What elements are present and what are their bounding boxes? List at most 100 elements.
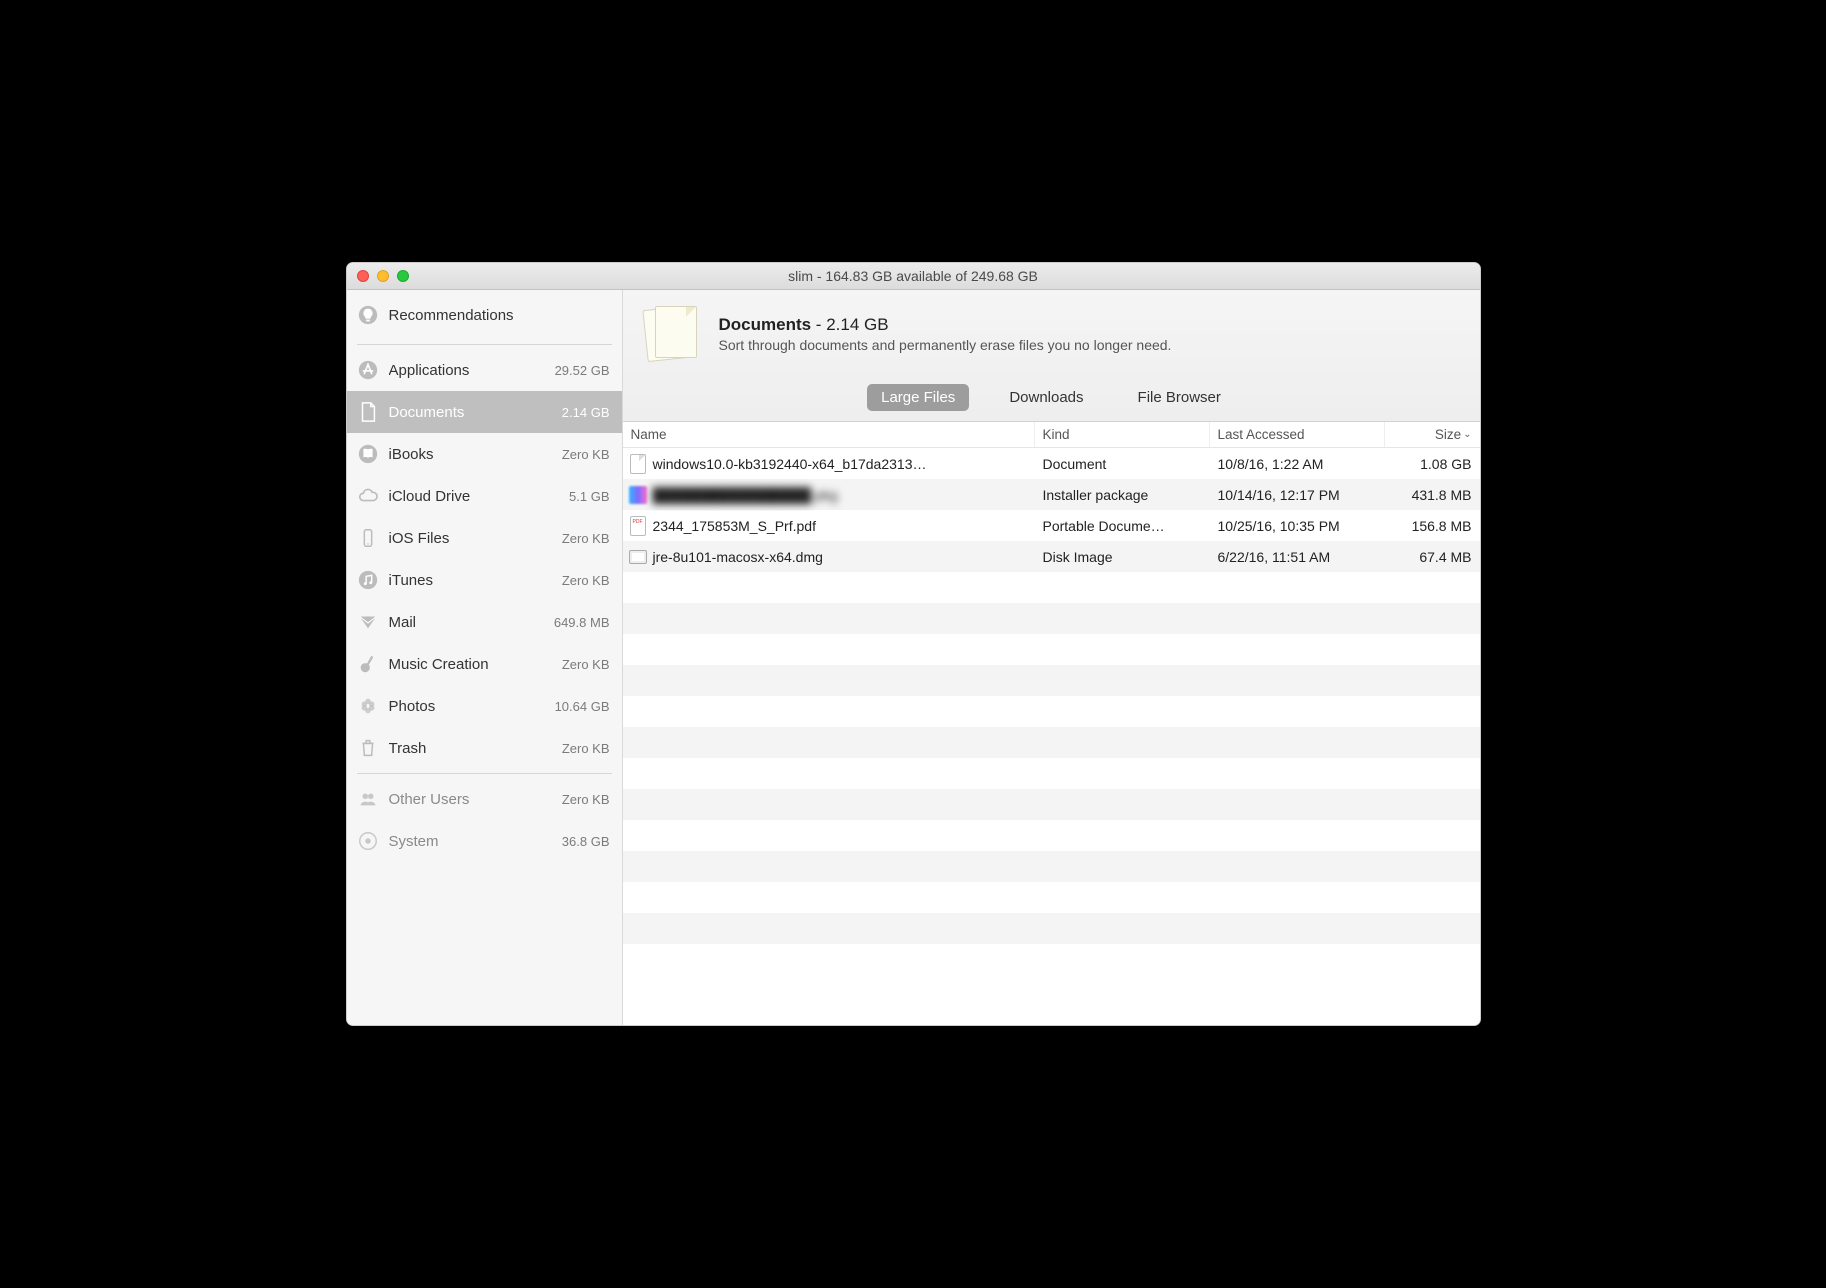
file-name: ████████████████.pkg: [653, 487, 838, 503]
header-text: Documents - 2.14 GB Sort through documen…: [719, 315, 1172, 353]
sidebar-item-size: 10.64 GB: [555, 699, 610, 714]
sidebar-item-itunes[interactable]: iTunes Zero KB: [347, 559, 622, 601]
file-name: jre-8u101-macosx-x64.dmg: [653, 549, 823, 565]
table-row[interactable]: windows10.0-kb3192440-x64_b17da2313… Doc…: [623, 448, 1480, 479]
ibooks-icon: [355, 441, 381, 467]
table-header: Name Kind Last Accessed Size ⌄: [623, 422, 1480, 448]
sidebar-item-label: Other Users: [389, 791, 554, 808]
sidebar-item-label: Recommendations: [389, 307, 602, 324]
cloud-icon: [355, 483, 381, 509]
column-kind[interactable]: Kind: [1035, 422, 1210, 447]
file-size: 1.08 GB: [1385, 451, 1480, 477]
header-info: Documents - 2.14 GB Sort through documen…: [623, 290, 1480, 376]
file-pdf-icon: [629, 515, 647, 537]
sidebar-item-system[interactable]: System 36.8 GB: [347, 820, 622, 862]
sidebar-item-size: 649.8 MB: [554, 615, 610, 630]
sidebar-item-recommendations[interactable]: Recommendations: [347, 290, 622, 340]
sidebar-item-label: Trash: [389, 740, 554, 757]
file-doc-icon: [629, 453, 647, 475]
sidebar-item-icloud-drive[interactable]: iCloud Drive 5.1 GB: [347, 475, 622, 517]
tab-large-files[interactable]: Large Files: [867, 384, 969, 411]
file-last-accessed: 6/22/16, 11:51 AM: [1210, 544, 1385, 570]
sidebar-item-photos[interactable]: Photos 10.64 GB: [347, 685, 622, 727]
sidebar-item-label: Documents: [389, 404, 554, 421]
sidebar-item-trash[interactable]: Trash Zero KB: [347, 727, 622, 769]
file-name: windows10.0-kb3192440-x64_b17da2313…: [653, 456, 927, 472]
sidebar-item-documents[interactable]: Documents 2.14 GB: [347, 391, 622, 433]
file-pkg-icon: [629, 484, 647, 506]
sidebar-item-label: Music Creation: [389, 656, 554, 673]
users-icon: [355, 786, 381, 812]
file-last-accessed: 10/25/16, 10:35 PM: [1210, 513, 1385, 539]
header-title-bold: Documents: [719, 315, 812, 334]
storage-management-window: slim - 164.83 GB available of 249.68 GB …: [346, 262, 1481, 1026]
sidebar-item-ios-files[interactable]: iOS Files Zero KB: [347, 517, 622, 559]
sidebar-item-mail[interactable]: Mail 649.8 MB: [347, 601, 622, 643]
sidebar-separator: [357, 344, 612, 345]
trash-icon: [355, 735, 381, 761]
window-title: slim - 164.83 GB available of 249.68 GB: [347, 268, 1480, 284]
header-title-size: 2.14 GB: [826, 315, 888, 334]
file-size: 431.8 MB: [1385, 482, 1480, 508]
sidebar-item-size: 29.52 GB: [555, 363, 610, 378]
sidebar-item-label: Photos: [389, 698, 547, 715]
lightbulb-icon: [355, 302, 381, 328]
app-store-icon: [355, 357, 381, 383]
sidebar-item-label: System: [389, 833, 554, 850]
column-last-accessed[interactable]: Last Accessed: [1210, 422, 1385, 447]
sidebar-item-music-creation[interactable]: Music Creation Zero KB: [347, 643, 622, 685]
sidebar-item-label: iOS Files: [389, 530, 554, 547]
sidebar-item-size: 2.14 GB: [562, 405, 610, 420]
file-kind: Portable Docume…: [1035, 513, 1210, 539]
documents-big-icon: [645, 306, 701, 362]
sidebar-item-size: Zero KB: [562, 573, 610, 588]
file-kind: Document: [1035, 451, 1210, 477]
sidebar-item-other-users[interactable]: Other Users Zero KB: [347, 778, 622, 820]
table-row[interactable]: ████████████████.pkg Installer package 1…: [623, 479, 1480, 510]
header-subtitle: Sort through documents and permanently e…: [719, 337, 1172, 353]
system-icon: [355, 828, 381, 854]
sidebar-item-applications[interactable]: Applications 29.52 GB: [347, 349, 622, 391]
sidebar-item-size: Zero KB: [562, 792, 610, 807]
sidebar-item-size: 36.8 GB: [562, 834, 610, 849]
tab-file-browser[interactable]: File Browser: [1124, 384, 1235, 411]
sidebar-item-size: Zero KB: [562, 657, 610, 672]
header-title: Documents - 2.14 GB: [719, 315, 1172, 335]
sidebar-item-label: Mail: [389, 614, 546, 631]
sidebar-item-size: Zero KB: [562, 741, 610, 756]
sidebar-item-size: 5.1 GB: [569, 489, 609, 504]
iphone-icon: [355, 525, 381, 551]
titlebar: slim - 164.83 GB available of 249.68 GB: [347, 263, 1480, 290]
table-row[interactable]: jre-8u101-macosx-x64.dmg Disk Image 6/22…: [623, 541, 1480, 572]
file-last-accessed: 10/8/16, 1:22 AM: [1210, 451, 1385, 477]
tab-downloads[interactable]: Downloads: [995, 384, 1097, 411]
sidebar-item-size: Zero KB: [562, 447, 610, 462]
sidebar-item-label: iCloud Drive: [389, 488, 562, 505]
photos-icon: [355, 693, 381, 719]
file-dmg-icon: [629, 546, 647, 568]
window-body: Recommendations Applications 29.52 GB Do…: [347, 290, 1480, 1025]
file-name: 2344_175853M_S_Prf.pdf: [653, 518, 816, 534]
sidebar-item-label: iBooks: [389, 446, 554, 463]
file-last-accessed: 10/14/16, 12:17 PM: [1210, 482, 1385, 508]
chevron-down-icon: ⌄: [1463, 429, 1471, 440]
column-name[interactable]: Name: [623, 422, 1035, 447]
file-size: 156.8 MB: [1385, 513, 1480, 539]
table-row[interactable]: 2344_175853M_S_Prf.pdf Portable Docume… …: [623, 510, 1480, 541]
file-table-body: windows10.0-kb3192440-x64_b17da2313… Doc…: [623, 448, 1480, 1025]
empty-rows: [623, 572, 1480, 975]
column-size[interactable]: Size ⌄: [1385, 422, 1480, 447]
guitar-icon: [355, 651, 381, 677]
itunes-icon: [355, 567, 381, 593]
file-kind: Installer package: [1035, 482, 1210, 508]
sidebar-item-ibooks[interactable]: iBooks Zero KB: [347, 433, 622, 475]
document-icon: [355, 399, 381, 425]
main-content: Documents - 2.14 GB Sort through documen…: [623, 290, 1480, 1025]
sidebar-item-label: Applications: [389, 362, 547, 379]
sidebar-item-label: iTunes: [389, 572, 554, 589]
file-size: 67.4 MB: [1385, 544, 1480, 570]
view-tabs: Large Files Downloads File Browser: [623, 376, 1480, 421]
sidebar: Recommendations Applications 29.52 GB Do…: [347, 290, 623, 1025]
sidebar-item-size: Zero KB: [562, 531, 610, 546]
header-block: Documents - 2.14 GB Sort through documen…: [623, 290, 1480, 422]
